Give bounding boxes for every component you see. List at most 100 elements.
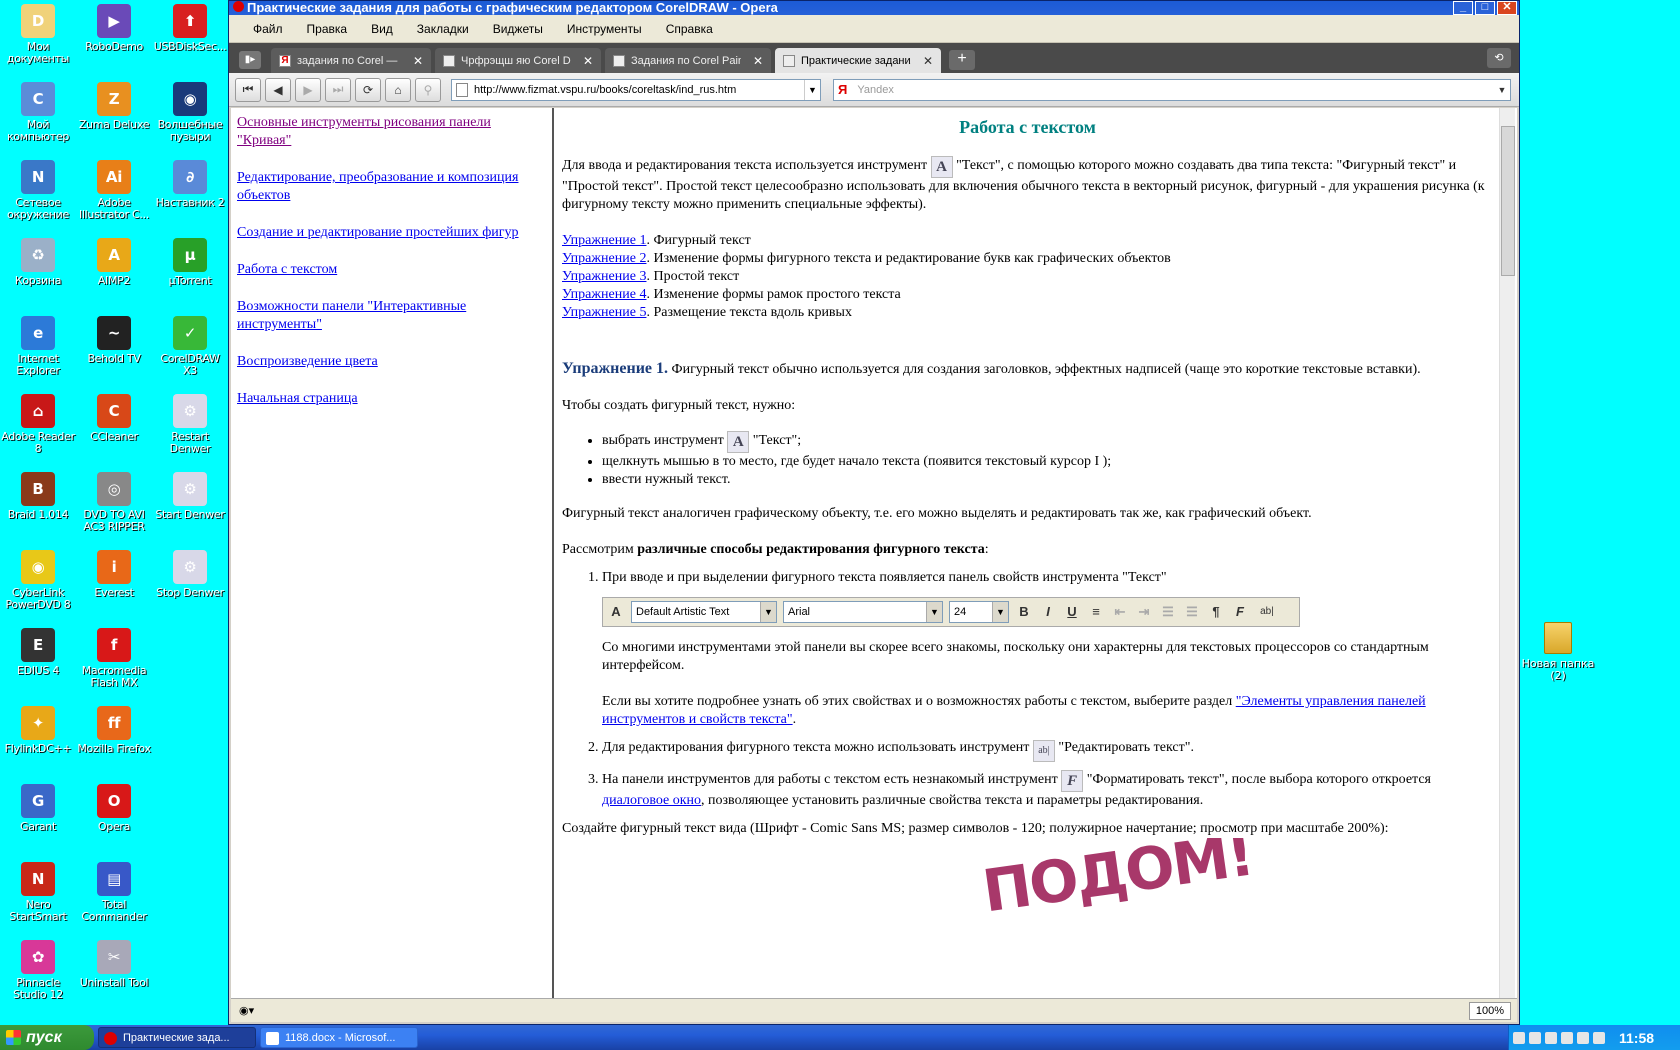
task-word[interactable]: 1188.docx - Microsof...: [260, 1027, 418, 1048]
exercise-link[interactable]: Упражнение 4: [562, 287, 646, 302]
start-button[interactable]: пуск: [0, 1025, 94, 1050]
new-tab-button[interactable]: +: [949, 50, 975, 70]
sidebar-link[interactable]: Начальная страница: [237, 390, 548, 408]
tab-corel-painter[interactable]: Задания по Corel Painte... ✕: [605, 48, 771, 73]
tray-icon[interactable]: [1577, 1031, 1589, 1044]
desktop-icon[interactable]: D Мои документы: [0, 2, 76, 65]
minimize-button[interactable]: _: [1453, 1, 1473, 15]
desktop-icon[interactable]: N Сетевое окружение: [0, 158, 76, 221]
tab-practical-tasks[interactable]: Практические задания... ✕: [775, 48, 941, 73]
desktop-icon[interactable]: Ai Adobe Illustrator C...: [76, 158, 152, 221]
task-opera[interactable]: Практические зада...: [98, 1027, 256, 1048]
sidebar-link[interactable]: Создание и редактирование простейших фиг…: [237, 224, 548, 242]
desktop-icon[interactable]: A AIMP2: [76, 236, 152, 287]
menu-view[interactable]: Вид: [359, 22, 405, 36]
menu-edit[interactable]: Правка: [295, 22, 360, 36]
exercise-link[interactable]: Упражнение 3: [562, 269, 646, 284]
list-item: Для редактирования фигурного текста можн…: [602, 739, 1493, 762]
title-bar[interactable]: Практические задания для работы с графич…: [229, 1, 1519, 15]
back-icon[interactable]: ◀: [265, 77, 291, 102]
close-button[interactable]: ✕: [1497, 1, 1517, 15]
sidebar-link[interactable]: Редактирование, преобразование и компози…: [237, 169, 548, 205]
menu-file[interactable]: Файл: [241, 22, 295, 36]
forward-icon[interactable]: ▶: [295, 77, 321, 102]
desktop-icon[interactable]: i Everest: [76, 548, 152, 599]
method3-text-mid: "Форматировать текст", после выбора кото…: [1086, 772, 1431, 787]
panel-toggle-button[interactable]: ▮▸: [239, 51, 261, 69]
desktop-icon[interactable]: ⚙ Stop Denwer: [152, 548, 228, 599]
desktop-icon[interactable]: µ µTorrent: [152, 236, 228, 287]
desktop-icon[interactable]: ~ Behold TV: [76, 314, 152, 365]
desktop-icon[interactable]: ⬆ USBDiskSec...: [152, 2, 228, 53]
app-icon: ⚙: [173, 394, 207, 428]
reload-icon[interactable]: ⟳: [355, 77, 381, 102]
desktop-icon[interactable]: Z Zuma Deluxe: [76, 80, 152, 131]
desktop-icon[interactable]: C Мой компьютер: [0, 80, 76, 143]
desktop-icon[interactable]: N Nero StartSmart: [0, 860, 76, 923]
desktop-icon[interactable]: ✂ Uninstall Tool: [76, 938, 152, 989]
desktop-icon[interactable]: ▶ RoboDemo: [76, 2, 152, 53]
home-icon[interactable]: ⌂: [385, 77, 411, 102]
fast-forward-icon[interactable]: ⏭: [325, 77, 351, 102]
desktop-icon[interactable]: E EDIUS 4: [0, 626, 76, 677]
vertical-scrollbar[interactable]: [1499, 108, 1515, 998]
desktop-folder-icon[interactable]: Новая папка (2): [1520, 622, 1596, 682]
wand-icon[interactable]: ⚲: [415, 77, 441, 102]
zoom-field[interactable]: 100%: [1468, 1002, 1511, 1020]
desktop-icon[interactable]: ⚙ Start Denwer: [152, 470, 228, 521]
sidebar-link[interactable]: Работа с текстом: [237, 261, 548, 279]
closed-tabs-trash-icon[interactable]: ⟲: [1487, 48, 1511, 68]
desktop-icon[interactable]: ff Mozilla Firefox: [76, 704, 152, 755]
close-tab-icon[interactable]: ✕: [583, 54, 593, 68]
desktop-icon[interactable]: ♻ Корзина: [0, 236, 76, 287]
desktop-icon[interactable]: O Opera: [76, 782, 152, 833]
desktop-icon[interactable]: ✦ FlylinkDC++: [0, 704, 76, 755]
desktop-icon[interactable]: ◉ CyberLink PowerDVD 8: [0, 548, 76, 611]
desktop-icon[interactable]: e Internet Explorer: [0, 314, 76, 377]
sidebar-link[interactable]: Возможности панели "Интерактивные инстру…: [237, 298, 548, 334]
speed-dial-icon[interactable]: ◉▾: [239, 1004, 254, 1017]
close-tab-icon[interactable]: ✕: [753, 54, 763, 68]
desktop-icon[interactable]: C CCleaner: [76, 392, 152, 443]
close-tab-icon[interactable]: ✕: [923, 54, 933, 68]
desktop-icon[interactable]: B Braid 1.014: [0, 470, 76, 521]
rewind-icon[interactable]: ⏮: [235, 77, 261, 102]
scrollbar-thumb[interactable]: [1501, 126, 1515, 276]
sidebar-link[interactable]: Основные инструменты рисования панели "К…: [237, 114, 548, 150]
menu-help[interactable]: Справка: [654, 22, 725, 36]
analog-text: Фигурный текст аналогичен графическому о…: [562, 506, 1312, 521]
desktop-icon[interactable]: ⚙ Restart Denwer: [152, 392, 228, 455]
tray-icon[interactable]: [1529, 1031, 1541, 1044]
desktop-icon[interactable]: ▤ Total Commander: [76, 860, 152, 923]
dialog-window-link[interactable]: диалоговое окно: [602, 793, 701, 808]
close-tab-icon[interactable]: ✕: [413, 54, 423, 68]
exercise-link[interactable]: Упражнение 5: [562, 305, 646, 320]
search-field[interactable]: Я Yandex ▼: [833, 78, 1511, 101]
desktop-icon[interactable]: ◉ Волшебные пузыри: [152, 80, 228, 143]
menu-widgets[interactable]: Виджеты: [481, 22, 555, 36]
exercise-title: . Размещение текста вдоль кривых: [646, 305, 852, 320]
exercise-link[interactable]: Упражнение 1: [562, 233, 646, 248]
exercise-title: . Простой текст: [646, 269, 740, 284]
tray-icon[interactable]: [1545, 1031, 1557, 1044]
menu-tools[interactable]: Инструменты: [555, 22, 654, 36]
desktop-icon[interactable]: ✓ CorelDRAW X3: [152, 314, 228, 377]
sidebar-link[interactable]: Воспроизведение цвета: [237, 353, 548, 371]
desktop-icon[interactable]: G Garant: [0, 782, 76, 833]
volume-icon[interactable]: [1593, 1031, 1605, 1044]
desktop-icon[interactable]: ✿ Pinnacle Studio 12: [0, 938, 76, 1001]
search-dropdown-icon[interactable]: ▼: [1494, 80, 1510, 100]
address-dropdown-icon[interactable]: ▼: [804, 79, 820, 100]
tray-icon[interactable]: [1513, 1031, 1525, 1044]
desktop-icon[interactable]: f Macromedia Flash MX: [76, 626, 152, 689]
desktop-icon[interactable]: ◎ DVD TO AVI AC3 RIPPER: [76, 470, 152, 533]
tray-icon[interactable]: [1561, 1031, 1573, 1044]
tab-yandex-search[interactable]: Я задания по Corel — Ян... ✕: [271, 48, 431, 73]
tab-corel-draw[interactable]: Чрфрэщш яю Corel Draw ✕: [435, 48, 601, 73]
menu-bookmarks[interactable]: Закладки: [405, 22, 481, 36]
desktop-icon[interactable]: ⌂ Adobe Reader 8: [0, 392, 76, 455]
address-bar[interactable]: http://www.fizmat.vspu.ru/books/coreltas…: [451, 78, 821, 101]
maximize-button[interactable]: □: [1475, 1, 1495, 15]
desktop-icon[interactable]: ∂ Наставник 2: [152, 158, 228, 209]
exercise-link[interactable]: Упражнение 2: [562, 251, 646, 266]
